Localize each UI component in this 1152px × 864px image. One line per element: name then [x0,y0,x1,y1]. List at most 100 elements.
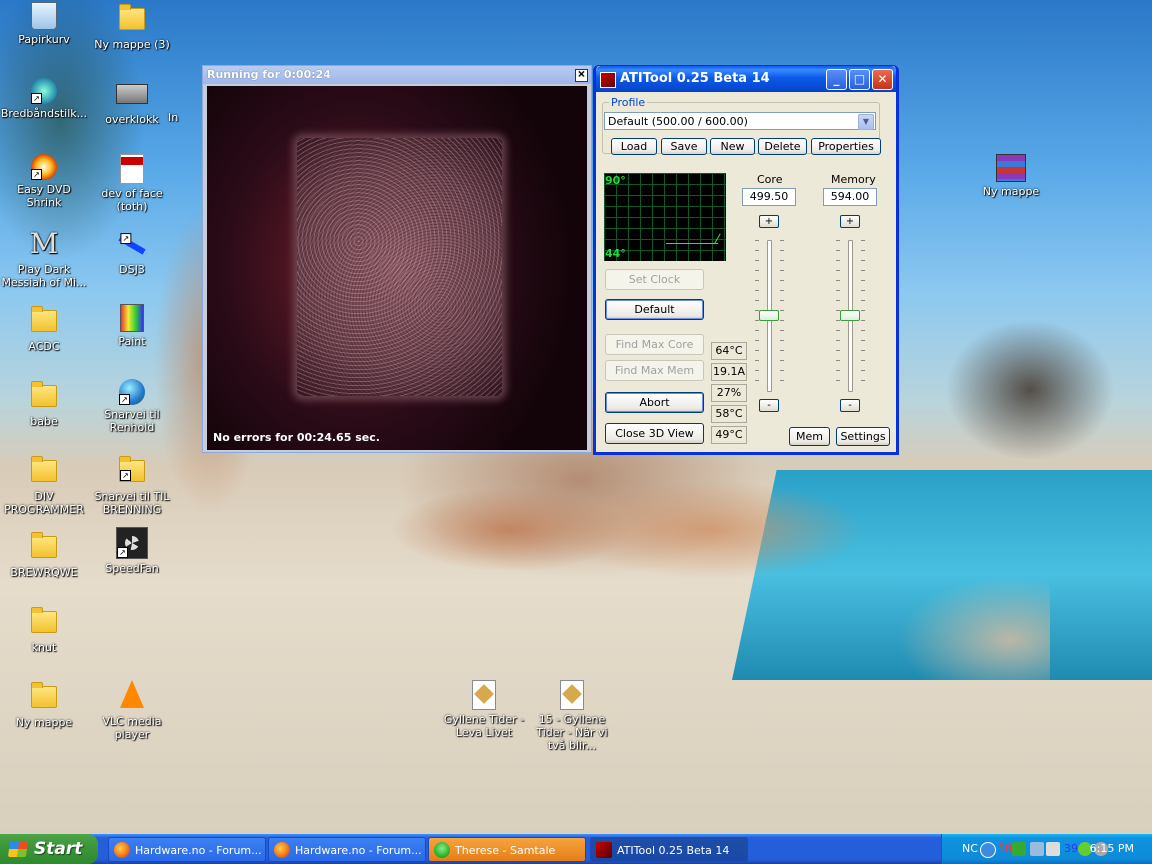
desktop-icon-dvd-shrink[interactable]: ↗ Easy DVD Shrink [0,154,88,209]
memory-slider-thumb[interactable] [840,309,860,321]
core-value-input[interactable]: 499.50 [742,188,796,206]
window-atitool[interactable]: ATITool 0.25 Beta 14 _ □ ✕ Profile Defau… [593,65,899,455]
desktop-icon-folder-acdc[interactable]: ACDC [0,304,88,353]
windows-logo-icon [7,841,29,857]
atitool-titlebar[interactable]: ATITool 0.25 Beta 14 _ □ ✕ [596,66,896,92]
start-button[interactable]: Start [0,834,98,864]
core-minus-button[interactable]: - [759,399,779,412]
close-icon[interactable]: × [575,69,588,82]
desktop-icon-folder-knut[interactable]: knut [0,605,88,654]
graph-top-label: 90° [605,174,626,187]
taskbar-item[interactable]: Hardware.no - Forum... [268,837,426,862]
save-button[interactable]: Save [661,138,707,155]
memory-minus-button[interactable]: - [840,399,860,412]
memory-value-input[interactable]: 594.00 [823,188,877,206]
close-button[interactable]: ✕ [872,69,893,90]
desktop-icon-folder-babe[interactable]: babe [0,379,88,428]
shortcut-arrow-icon: ↗ [31,169,42,180]
window-3d-titlebar[interactable]: Running for 0:00:24 × [203,66,591,84]
find-max-core-button[interactable]: Find Max Core [605,334,704,355]
desktop-icon-label: Papirkurv [18,33,70,46]
folder-icon [31,607,57,633]
fur-cube-render [297,138,502,396]
folder-icon [31,306,57,332]
desktop-icon-folder-div[interactable]: DIV PROGRAMMER [0,454,88,516]
desktop-icon-paint[interactable]: Paint [88,304,176,348]
desktop-icon-folder-ny-mappe[interactable]: Ny mappe [0,680,88,729]
paint-icon [120,304,144,332]
readout-temp-3: 49°C [711,426,747,444]
start-label: Start [34,839,83,859]
desktop-icon-overklokk[interactable]: overklokk [88,78,176,126]
find-max-mem-button[interactable]: Find Max Mem [605,360,704,381]
folder-icon [31,682,57,708]
desktop-icon-folder[interactable]: Ny mappe (3) [88,2,176,51]
abort-button[interactable]: Abort [605,392,704,413]
mem-button[interactable]: Mem [789,427,830,446]
shortcut-arrow-icon: ↗ [31,93,42,104]
desktop-icon-folder-brewrqwe[interactable]: BREWRQWE [0,530,88,579]
desktop-icon-til-brenning[interactable]: ↗ Snarvei til TIL BRENNING [88,454,176,516]
desktop-icon-winrar[interactable]: Ny mappe [967,154,1055,198]
desktop-icon-speedfan[interactable]: ↗ SpeedFan [88,527,176,575]
profile-legend: Profile [611,96,646,109]
core-label: Core [757,173,783,186]
taskbar-item-label: Hardware.no - Forum... [135,844,262,857]
desktop-icon-renhold[interactable]: ↗ Snarvei til Renhold [88,379,176,434]
window-3d-view[interactable]: Running for 0:00:24 × No errors for 00:2… [202,65,592,453]
graph-trace-rise [714,233,721,244]
readout-fan: 27% [711,384,747,402]
profile-select-value: Default (500.00 / 600.00) [608,115,748,128]
desktop-icon-dark-messiah[interactable]: M Play Dark Messiah of Mi... [0,228,88,290]
load-button[interactable]: Load [611,138,657,155]
chevron-down-icon[interactable]: ▼ [858,114,874,130]
desktop-icon-label: DSJ3 [119,263,145,276]
network-tray-icon[interactable] [1030,842,1044,856]
pdf-icon [120,154,144,184]
desktop-icon-partial[interactable]: In [168,111,198,124]
taskbar-item[interactable]: Hardware.no - Forum... [108,837,266,862]
delete-button[interactable]: Delete [758,138,807,155]
tray-temp-1: 58 [998,842,1012,855]
profile-select[interactable]: Default (500.00 / 600.00) ▼ [604,112,876,130]
desktop-icon-label: VLC media player [102,715,162,741]
taskbar-item-label: Therese - Samtale [455,844,556,857]
chevron-left-icon[interactable] [980,842,996,858]
monitor-tray-icon[interactable] [1046,842,1060,856]
shortcut-arrow-icon: ↗ [117,547,128,558]
desktop-icon-pdf[interactable]: dev of face (toth) [88,154,176,213]
properties-button[interactable]: Properties [811,138,881,155]
taskbar-item[interactable]: Therese - Samtale [428,837,586,862]
close-3d-view-button[interactable]: Close 3D View [605,423,704,444]
tray-app-icon[interactable] [1012,842,1026,856]
desktop-icon-gyllene-nar[interactable]: 15 - Gyllene Tider - När vi två blir... [528,680,616,752]
desktop-icon-vlc[interactable]: VLC media player [88,680,176,741]
desktop-icon-gyllene-leva[interactable]: Gyllene Tider - Leva Livet [440,680,528,739]
desktop-icon-dsj3[interactable]: ↗ DSJ3 [88,228,176,276]
desktop-icon-label: Snarvei til TIL BRENNING [94,490,170,516]
recycle-bin-icon [31,2,57,30]
desktop-icon-label: Gyllene Tider - Leva Livet [443,713,525,739]
readout-temp-2: 58°C [711,405,747,423]
taskbar-item-active[interactable]: ATITool 0.25 Beta 14 [590,837,748,862]
core-plus-button[interactable]: + [759,215,779,228]
maximize-button[interactable]: □ [849,69,870,90]
minimize-button[interactable]: _ [826,69,847,90]
shortcut-arrow-icon: ↗ [119,394,130,405]
desktop-icon-broadband[interactable]: ↗ Bredbåndstilk... [0,78,88,120]
desktop-icon-recycle-bin[interactable]: Papirkurv [0,2,88,46]
desktop-icon-label: Paint [118,335,146,348]
memory-label: Memory [831,173,876,186]
core-slider-thumb[interactable] [759,309,779,321]
desktop-icon-label: In [168,111,179,124]
new-button[interactable]: New [710,138,755,155]
window-3d-title: Running for 0:00:24 [207,68,331,81]
language-indicator[interactable]: NC [962,834,978,864]
memory-slider-ticks [861,240,865,390]
memory-plus-button[interactable]: + [840,215,860,228]
set-clock-button[interactable]: Set Clock [605,269,704,290]
taskbar: Start Hardware.no - Forum... Hardware.no… [0,834,1152,864]
default-button[interactable]: Default [605,299,704,320]
settings-button[interactable]: Settings [836,427,890,446]
readout-gpu-temp: 64°C [711,342,747,360]
